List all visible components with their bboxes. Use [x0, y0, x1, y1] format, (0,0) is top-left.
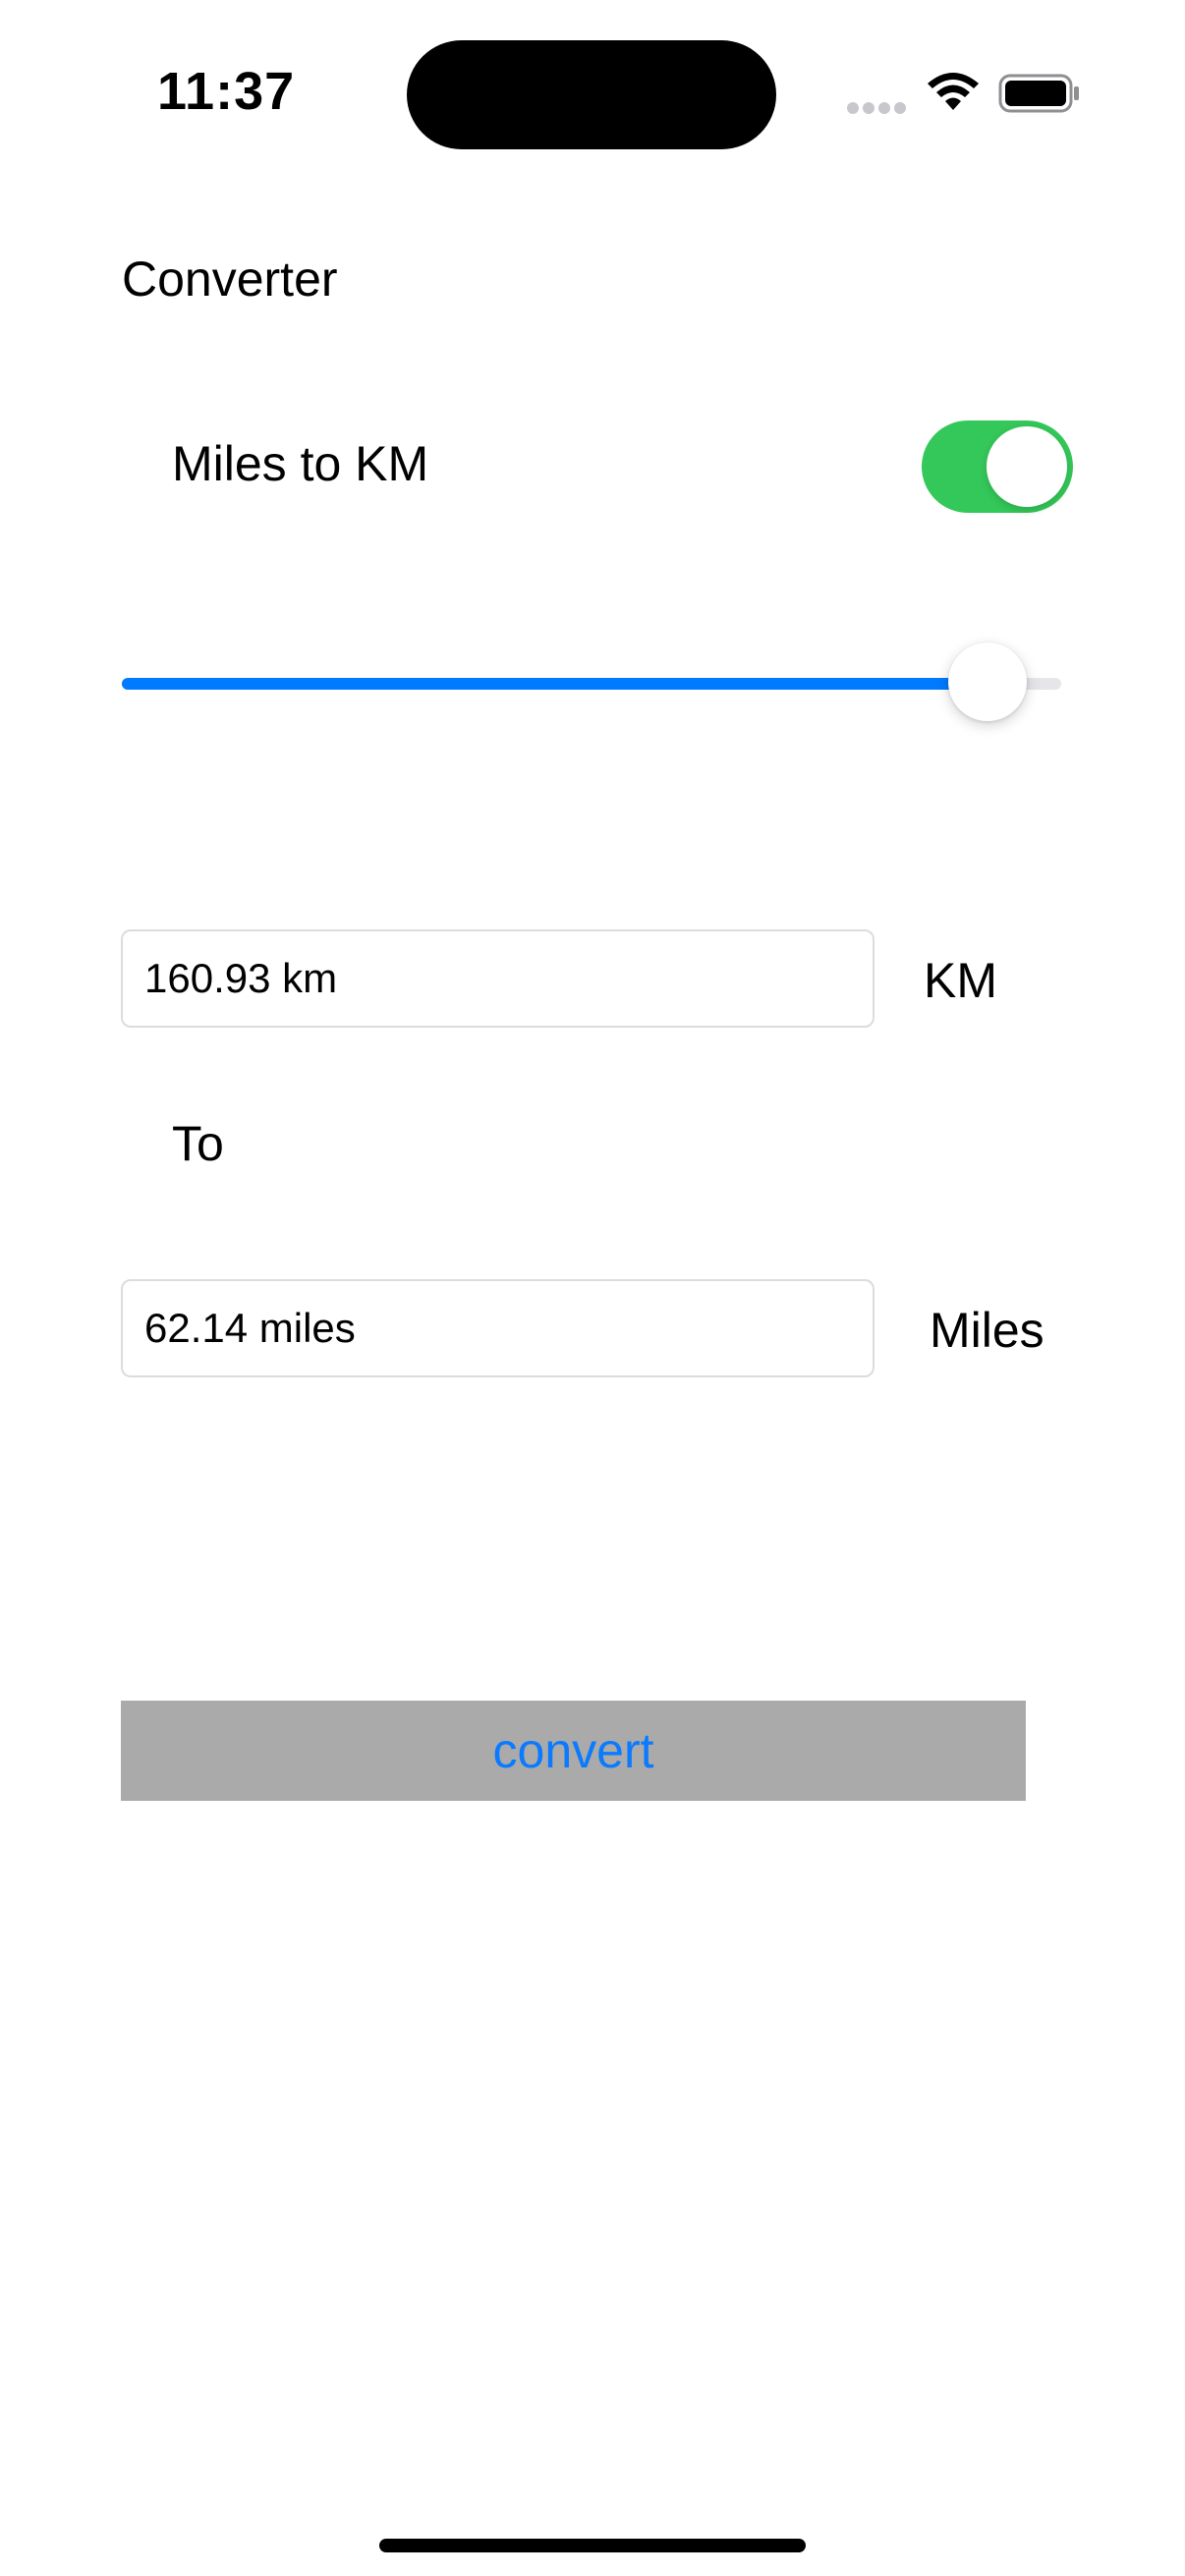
toggle-label: Miles to KM	[172, 436, 429, 491]
value-slider[interactable]	[122, 629, 1061, 737]
toggle-knob	[987, 426, 1067, 507]
battery-icon	[998, 74, 1079, 113]
miles-input[interactable]	[121, 1279, 875, 1377]
status-time: 11:37	[157, 62, 296, 121]
wifi-icon	[928, 73, 979, 110]
page-title: Converter	[122, 252, 338, 307]
convert-button[interactable]: convert	[121, 1701, 1026, 1801]
slider-fill	[122, 678, 988, 690]
km-unit-label: KM	[924, 953, 997, 1008]
miles-unit-label: Miles	[930, 1303, 1044, 1358]
home-indicator	[379, 2539, 806, 2552]
km-input[interactable]	[121, 929, 875, 1028]
miles-to-km-toggle[interactable]	[922, 420, 1073, 513]
cellular-signal-icon	[847, 102, 906, 114]
to-label: To	[172, 1116, 224, 1171]
slider-thumb[interactable]	[947, 643, 1027, 721]
dynamic-island	[407, 40, 776, 149]
